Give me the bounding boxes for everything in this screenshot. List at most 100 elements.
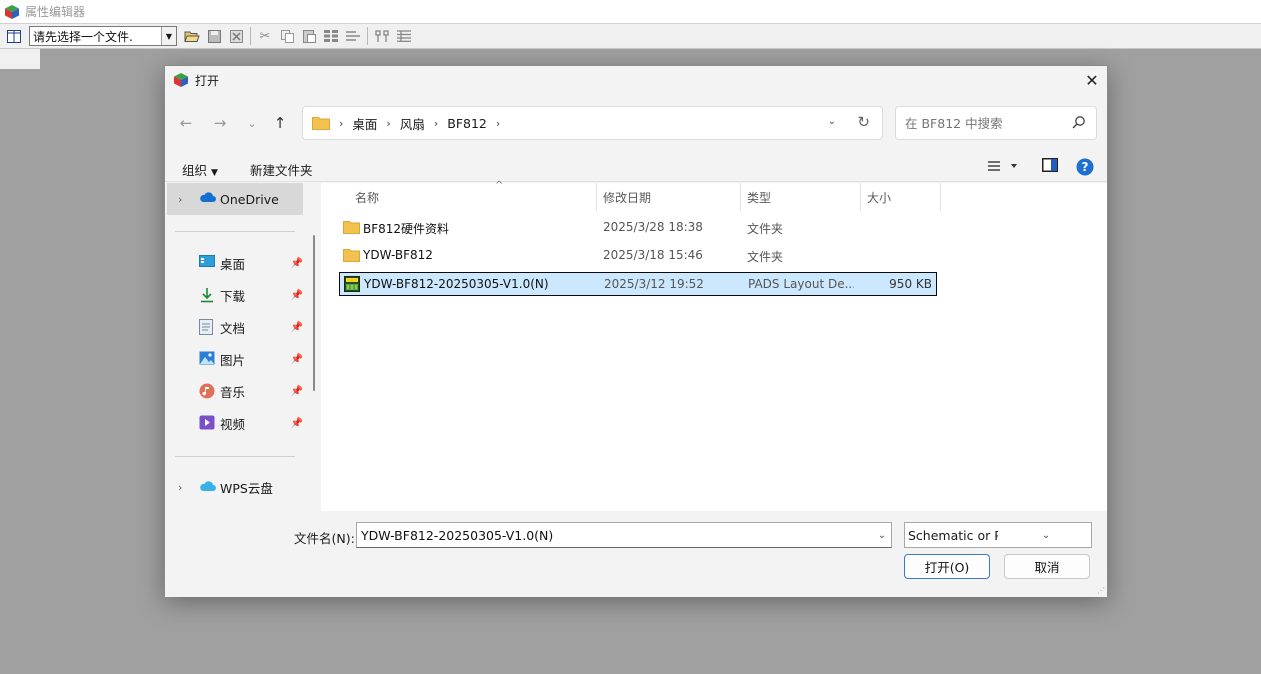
desktop-icon xyxy=(199,255,215,271)
breadcrumb-item-bf812[interactable]: BF812 xyxy=(447,116,487,131)
column-header-label: 修改日期 xyxy=(603,190,652,205)
file-name: YDW-BF812-20250305-V1.0(N) xyxy=(364,277,549,291)
cut-icon[interactable]: ✂ xyxy=(254,25,276,47)
column-header-type[interactable]: 类型 xyxy=(741,183,861,211)
pictures-icon xyxy=(199,351,215,367)
sidebar-item-downloads[interactable]: 下载 📌 xyxy=(167,279,303,311)
tab-order-icon[interactable] xyxy=(342,25,364,47)
grid-icon[interactable] xyxy=(320,25,342,47)
pin-icon: 📌 xyxy=(290,417,303,429)
sidebar-scrollbar[interactable] xyxy=(313,235,315,391)
copy-icon[interactable] xyxy=(276,25,298,47)
layout-icon[interactable] xyxy=(3,25,25,47)
folder-icon xyxy=(343,248,360,262)
search-icon[interactable] xyxy=(1072,115,1086,129)
column-header-name[interactable]: 名称 ^ xyxy=(349,180,597,211)
sidebar-divider xyxy=(175,231,295,232)
refresh-icon[interactable]: ↻ xyxy=(857,113,870,131)
breadcrumb-item-desktop[interactable]: 桌面 xyxy=(352,114,377,133)
toolbar-separator xyxy=(250,27,251,45)
close-file-icon[interactable] xyxy=(225,25,247,47)
recent-chevron-down-icon[interactable]: ⌄ xyxy=(240,112,264,134)
breadcrumb-chevron-icon[interactable]: › xyxy=(496,117,500,130)
address-history-chevron-icon[interactable]: ⌄ xyxy=(828,116,836,127)
file-select-combo[interactable]: 请先选择一个文件. ▼ xyxy=(29,26,177,46)
preview-pane-icon[interactable] xyxy=(1042,158,1058,175)
column-header-label: 大小 xyxy=(867,190,892,205)
resize-grip-icon[interactable]: ⋰ xyxy=(1097,586,1105,595)
pin-icon: 📌 xyxy=(290,257,303,269)
search-box[interactable] xyxy=(895,106,1097,140)
open-button[interactable]: 打开(O) xyxy=(904,554,990,579)
sidebar-item-label: OneDrive xyxy=(220,191,279,207)
breadcrumb-chevron-icon: › xyxy=(339,116,344,130)
filetype-select[interactable]: Schematic or PCB Files(*.sch; ⌄ xyxy=(904,522,1092,548)
app-titlebar: 属性编辑器 xyxy=(0,0,1261,23)
sidebar-item-music[interactable]: 音乐 📌 xyxy=(167,375,303,407)
filename-label: 文件名(N): xyxy=(294,531,355,546)
file-row[interactable]: BF812硬件资料 2025/3/28 18:38 文件夹 xyxy=(339,216,937,240)
file-row[interactable]: YDW-BF812 2025/3/18 15:46 文件夹 xyxy=(339,244,937,268)
sidebar-item-label: WPS云盘 xyxy=(220,480,273,496)
expand-chevron-icon[interactable]: › xyxy=(178,193,182,206)
filter-icon[interactable] xyxy=(371,25,393,47)
chevron-down-icon[interactable]: ⌄ xyxy=(873,530,891,541)
download-icon xyxy=(199,287,215,303)
sidebar-item-onedrive[interactable]: › OneDrive xyxy=(167,183,303,215)
chevron-down-icon[interactable]: ⌄ xyxy=(998,530,1091,541)
app-toolbar: 请先选择一个文件. ▼ ✂ xyxy=(0,23,1261,49)
file-row-selected[interactable]: YDW-BF812-20250305-V1.0(N) 2025/3/12 19:… xyxy=(339,272,937,296)
chevron-down-icon: ▼ xyxy=(211,168,218,178)
close-icon[interactable]: ✕ xyxy=(1077,66,1107,94)
help-icon[interactable]: ? xyxy=(1076,158,1094,179)
sort-ascending-icon: ^ xyxy=(495,180,504,191)
new-folder-button[interactable]: 新建文件夹 xyxy=(250,160,313,179)
view-options-icon[interactable] xyxy=(987,158,1021,177)
filename-combobox[interactable]: ⌄ xyxy=(356,522,892,548)
file-type: PADS Layout De... xyxy=(748,277,854,291)
up-arrow-icon[interactable]: ↑ xyxy=(268,112,292,134)
document-icon xyxy=(199,319,215,335)
sidebar-item-pictures[interactable]: 图片 📌 xyxy=(167,343,303,375)
save-icon[interactable] xyxy=(203,25,225,47)
pin-icon: 📌 xyxy=(290,321,303,333)
sidebar-item-videos[interactable]: 视频 📌 xyxy=(167,407,303,439)
open-folder-icon[interactable] xyxy=(181,25,203,47)
video-icon xyxy=(199,415,215,431)
organize-label: 组织 xyxy=(182,163,208,178)
column-header-date[interactable]: 修改日期 xyxy=(597,183,741,211)
filename-input[interactable] xyxy=(357,527,873,543)
open-file-dialog: 打开 ✕ ← → ⌄ ↑ › 桌面 › 风扇 › BF812 › ⌄ ↻ 在 B… xyxy=(164,65,1108,597)
sidebar-item-wps-cloud[interactable]: › WPS云盘 xyxy=(167,471,303,503)
file-type: 文件夹 xyxy=(747,222,784,236)
breadcrumb-item-fan[interactable]: 风扇 xyxy=(400,114,425,133)
breadcrumb-chevron-icon: › xyxy=(386,116,391,130)
table-icon[interactable] xyxy=(393,25,415,47)
paste-icon[interactable] xyxy=(298,25,320,47)
sidebar-item-label: 图片 xyxy=(220,352,246,368)
file-date: 2025/3/28 18:38 xyxy=(603,220,703,234)
forward-arrow-icon[interactable]: → xyxy=(208,112,232,134)
pin-icon: 📌 xyxy=(290,289,303,301)
search-input[interactable] xyxy=(905,115,1065,131)
cancel-button[interactable]: 取消 xyxy=(1004,554,1090,579)
organize-menu[interactable]: 组织 ▼ xyxy=(182,160,218,179)
wps-cloud-icon xyxy=(199,480,216,496)
breadcrumb-chevron-icon: › xyxy=(433,116,439,130)
sidebar-item-desktop[interactable]: 桌面 📌 xyxy=(167,247,303,279)
dialog-titlebar: 打开 xyxy=(165,66,1107,94)
sidebar-item-label: 音乐 xyxy=(220,384,246,400)
sidebar-item-documents[interactable]: 文档 📌 xyxy=(167,311,303,343)
app-title: 属性编辑器 xyxy=(25,5,86,19)
chevron-down-icon[interactable]: ▼ xyxy=(161,27,176,45)
address-bar[interactable]: › 桌面 › 风扇 › BF812 › ⌄ ↻ xyxy=(302,106,883,140)
back-arrow-icon[interactable]: ← xyxy=(174,112,198,134)
pads-file-icon xyxy=(344,276,360,292)
file-list: 名称 ^ 修改日期 类型 大小 BF812硬件资料 2025/3/28 18:3… xyxy=(321,180,1107,511)
folder-icon xyxy=(312,116,330,130)
sidebar-item-label: 下载 xyxy=(220,288,246,304)
column-header-size[interactable]: 大小 xyxy=(861,183,941,211)
folder-icon xyxy=(343,220,360,234)
expand-chevron-icon[interactable]: › xyxy=(178,481,182,494)
sidebar-item-label: 视频 xyxy=(220,416,246,432)
